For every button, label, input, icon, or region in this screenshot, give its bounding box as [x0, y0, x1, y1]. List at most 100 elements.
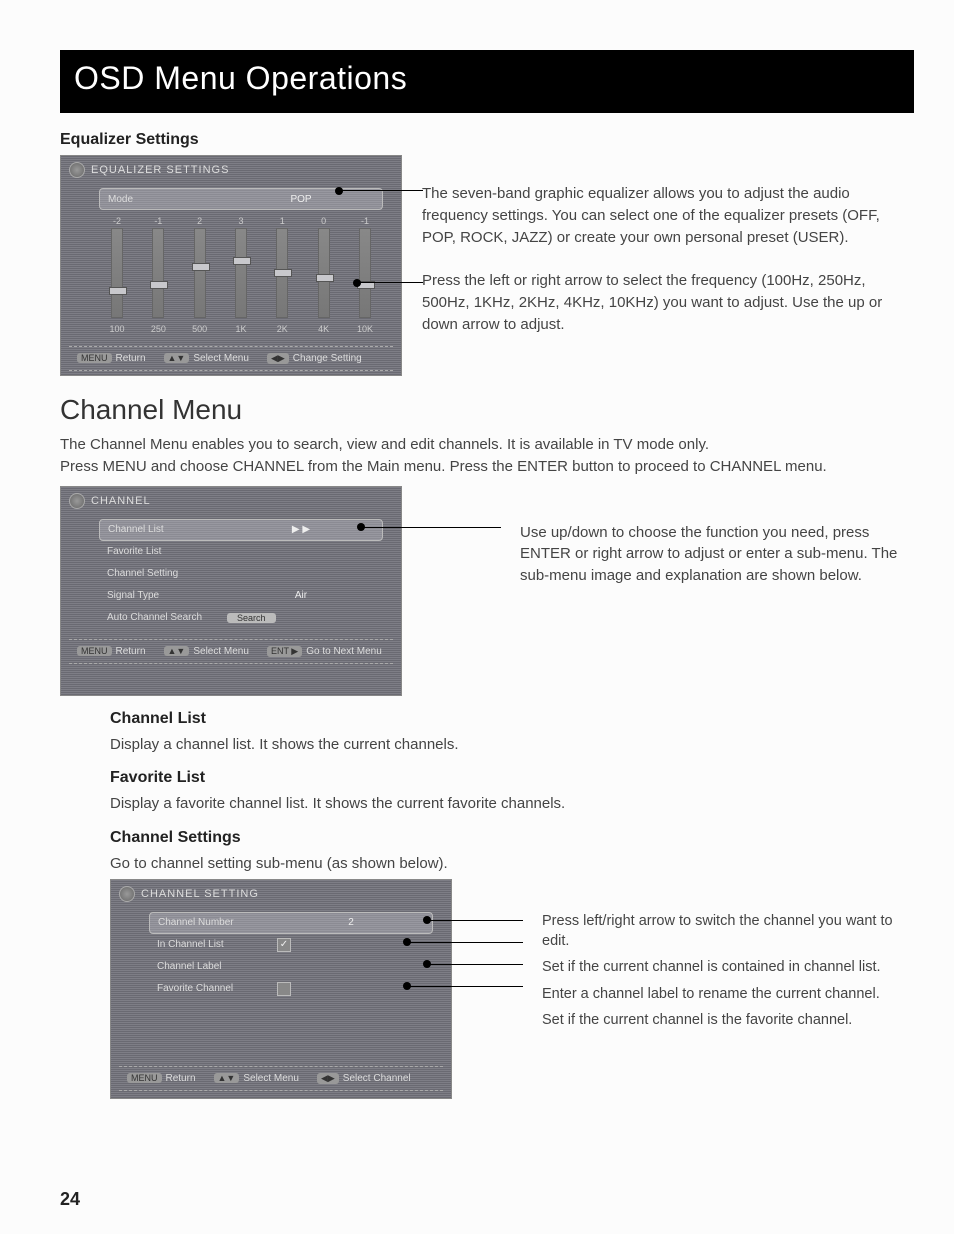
- channel-list-text: Display a channel list. It shows the cur…: [110, 734, 914, 756]
- chset-row[interactable]: Channel Label: [149, 956, 433, 978]
- eq-db: 0: [321, 216, 326, 228]
- gear-icon: [69, 162, 85, 178]
- channel-intro-2: Press MENU and choose CHANNEL from the M…: [60, 456, 914, 478]
- select-channel-key: ◀▶: [317, 1073, 339, 1084]
- change-label: Change Setting: [293, 353, 362, 364]
- page-number: 24: [60, 1189, 80, 1210]
- select-label: Select Menu: [193, 646, 249, 657]
- chset-row-label: Channel Number: [158, 917, 278, 928]
- chset-osd-title: CHANNEL SETTING: [141, 888, 259, 900]
- select-label: Select Menu: [193, 353, 249, 364]
- chset-row[interactable]: Favorite Channel: [149, 978, 433, 1000]
- eq-db: -1: [154, 216, 162, 228]
- select-channel-label: Select Channel: [343, 1073, 411, 1084]
- return-label: Return: [166, 1073, 196, 1084]
- eq-band[interactable]: 0 4K: [316, 216, 332, 334]
- channel-menu-heading: Channel Menu: [60, 394, 914, 426]
- eq-band[interactable]: 1 2K: [274, 216, 290, 334]
- equalizer-heading: Equalizer Settings: [60, 131, 914, 149]
- change-key: ◀▶: [267, 353, 289, 364]
- page-banner: OSD Menu Operations: [60, 50, 914, 113]
- eq-freq: 500: [192, 324, 207, 334]
- eq-freq: 10K: [357, 324, 373, 334]
- channel-settings-text: Go to channel setting sub-menu (as shown…: [110, 853, 914, 875]
- eq-annotation-2: Press the left or right arrow to select …: [422, 270, 914, 335]
- eq-mode-label: Mode: [108, 194, 228, 205]
- eq-footer: MENU Return ▲▼Select Menu ◀▶ Change Settin…: [69, 346, 393, 371]
- favorite-list-text: Display a favorite channel list. It show…: [110, 793, 914, 815]
- eq-annotation-1: The seven-band graphic equalizer allows …: [422, 183, 914, 248]
- select-label: Select Menu: [243, 1073, 299, 1084]
- eq-band[interactable]: -1 10K: [357, 216, 373, 334]
- chset-callout: Press left/right arrow to switch the cha…: [542, 911, 914, 952]
- eq-db: 3: [238, 216, 243, 228]
- eq-db: 2: [197, 216, 202, 228]
- next-label: Go to Next Menu: [306, 646, 382, 657]
- chset-row-label: Channel Label: [157, 961, 277, 972]
- chset-row[interactable]: In Channel List✓: [149, 934, 433, 956]
- eq-db: -2: [113, 216, 121, 228]
- select-key: ▲▼: [164, 353, 190, 363]
- eq-band[interactable]: 3 1K: [233, 216, 249, 334]
- eq-thumb[interactable]: [192, 263, 210, 271]
- eq-db: 1: [280, 216, 285, 228]
- chset-callout: Set if the current channel is contained …: [542, 957, 914, 977]
- channel-annotation: Use up/down to choose the function you n…: [520, 522, 914, 587]
- channel-row-label: Auto Channel Search: [107, 612, 227, 623]
- gear-icon: [119, 886, 135, 902]
- search-button[interactable]: Search: [227, 613, 276, 623]
- eq-thumb[interactable]: [316, 274, 334, 282]
- eq-band[interactable]: -2 100: [109, 216, 125, 334]
- eq-thumb[interactable]: [109, 287, 127, 295]
- eq-band[interactable]: 2 500: [192, 216, 208, 334]
- eq-mode-value: POP: [228, 194, 374, 205]
- channel-row-label: Favorite List: [107, 546, 227, 557]
- eq-freq: 2K: [277, 324, 288, 334]
- select-key: ▲▼: [164, 646, 190, 656]
- channel-row[interactable]: Auto Channel SearchSearch: [99, 607, 383, 629]
- return-key: MENU: [77, 353, 112, 363]
- channel-row[interactable]: Channel Setting: [99, 563, 383, 585]
- channel-row[interactable]: Signal TypeAir: [99, 585, 383, 607]
- channel-osd: CHANNEL Channel List▶ ▶ Favorite List Chan…: [60, 486, 402, 696]
- eq-freq: 100: [109, 324, 124, 334]
- channel-row-label: Channel Setting: [107, 568, 227, 579]
- chset-callout: Enter a channel label to rename the curr…: [542, 984, 914, 1004]
- chset-row-value: 2: [278, 917, 424, 928]
- return-key: MENU: [77, 646, 112, 656]
- channel-row[interactable]: Favorite List: [99, 541, 383, 563]
- checkbox-icon[interactable]: [277, 982, 291, 996]
- channel-row-label: Signal Type: [107, 590, 227, 601]
- next-key: ENT ▶: [267, 646, 302, 657]
- chset-footer: MENU Return ▲▼Select Menu ◀▶ Select Channe…: [119, 1066, 443, 1091]
- channel-list-heading: Channel List: [110, 710, 914, 728]
- channel-row[interactable]: Channel List▶ ▶: [99, 519, 383, 541]
- return-label: Return: [116, 353, 146, 364]
- eq-freq: 1K: [235, 324, 246, 334]
- channel-osd-title: CHANNEL: [91, 495, 151, 507]
- channel-row-value: Air: [227, 590, 375, 601]
- return-label: Return: [116, 646, 146, 657]
- chset-row[interactable]: Channel Number2: [149, 912, 433, 934]
- eq-thumb[interactable]: [233, 257, 251, 265]
- gear-icon: [69, 493, 85, 509]
- channel-footer: MENU Return ▲▼Select Menu ENT ▶ Go to Next…: [69, 639, 393, 664]
- channel-intro-1: The Channel Menu enables you to search, …: [60, 434, 914, 456]
- eq-thumb[interactable]: [274, 269, 292, 277]
- channel-row-value: ▶ ▶: [228, 524, 374, 535]
- eq-thumb[interactable]: [150, 281, 168, 289]
- channel-setting-osd: CHANNEL SETTING Channel Number2In Channe…: [110, 879, 452, 1099]
- return-key: MENU: [127, 1073, 162, 1083]
- channel-settings-heading: Channel Settings: [110, 829, 914, 847]
- select-key: ▲▼: [214, 1073, 240, 1083]
- equalizer-osd: EQUALIZER SETTINGS Mode POP -2 100 -1 250 2 5…: [60, 155, 402, 376]
- eq-osd-title: EQUALIZER SETTINGS: [91, 164, 229, 176]
- chset-row-label: In Channel List: [157, 939, 277, 950]
- checkbox-icon[interactable]: ✓: [277, 938, 291, 952]
- eq-db: -1: [361, 216, 369, 228]
- chset-callout: Set if the current channel is the favori…: [542, 1010, 914, 1030]
- eq-band[interactable]: -1 250: [150, 216, 166, 334]
- eq-freq: 4K: [318, 324, 329, 334]
- eq-freq: 250: [151, 324, 166, 334]
- eq-sliders[interactable]: -2 100 -1 250 2 500 3 1K 1 2K 0 4K -1 10K: [99, 210, 383, 336]
